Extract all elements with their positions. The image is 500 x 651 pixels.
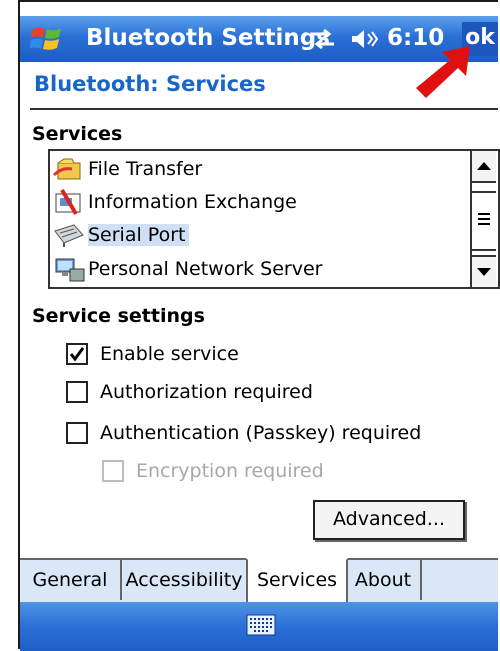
services-scrollbar[interactable]	[470, 151, 498, 287]
header-divider	[30, 108, 498, 110]
list-item-file-transfer[interactable]: File Transfer	[52, 153, 202, 185]
services-label: Services	[32, 123, 123, 145]
authorization-label: Authorization required	[100, 381, 313, 403]
windows-start-icon[interactable]	[30, 24, 64, 54]
encryption-checkbox-row: Encryption required	[102, 460, 324, 482]
tab-accessibility[interactable]: Accessibility	[122, 560, 248, 600]
enable-service-label: Enable service	[100, 343, 239, 365]
scroll-down-button[interactable]	[472, 255, 496, 287]
volume-icon[interactable]	[350, 27, 378, 51]
bottom-bar	[20, 602, 498, 651]
serial-port-icon	[54, 224, 84, 247]
list-item-information-exchange[interactable]: Information Exchange	[52, 186, 297, 218]
arrow-down-icon	[477, 268, 491, 276]
tab-strip: General Accessibility Services About	[20, 558, 498, 604]
information-exchange-icon	[55, 188, 81, 216]
enable-service-checkbox[interactable]	[66, 343, 88, 365]
enable-service-checkbox-row[interactable]: Enable service	[66, 343, 239, 365]
encryption-label: Encryption required	[136, 460, 324, 482]
grip-icon	[478, 213, 490, 225]
connectivity-icon[interactable]	[310, 27, 336, 51]
scroll-thumb[interactable]	[472, 191, 496, 251]
authentication-checkbox-row[interactable]: Authentication (Passkey) required	[66, 422, 421, 444]
list-item-serial-port[interactable]: Serial Port	[52, 219, 190, 251]
services-list[interactable]: File Transfer Information Exchange Seria…	[48, 149, 500, 289]
encryption-checkbox	[102, 460, 124, 482]
arrow-up-icon	[477, 162, 491, 170]
tab-general[interactable]: General	[20, 560, 122, 600]
authentication-label: Authentication (Passkey) required	[100, 422, 422, 444]
authorization-checkbox-row[interactable]: Authorization required	[66, 381, 313, 403]
authentication-checkbox[interactable]	[66, 422, 88, 444]
list-item-personal-network-server[interactable]: Personal Network Server	[52, 253, 323, 285]
service-settings-label: Service settings	[32, 305, 205, 327]
keyboard-icon[interactable]	[246, 614, 276, 636]
tab-services[interactable]: Services	[246, 558, 348, 604]
annotation-arrow-icon	[416, 46, 470, 98]
device-screen: Bluetooth Settings 6:10 ok Bluetooth: Se…	[18, 0, 500, 651]
tab-about[interactable]: About	[346, 560, 422, 600]
scroll-up-button[interactable]	[472, 151, 496, 183]
window-title: Bluetooth Settings	[86, 25, 330, 51]
advanced-button[interactable]: Advanced...	[313, 500, 465, 540]
page-heading: Bluetooth: Services	[34, 72, 266, 96]
network-server-icon	[55, 258, 85, 282]
checkmark-icon	[69, 347, 85, 362]
file-transfer-icon	[52, 158, 81, 180]
authorization-checkbox[interactable]	[66, 381, 88, 403]
